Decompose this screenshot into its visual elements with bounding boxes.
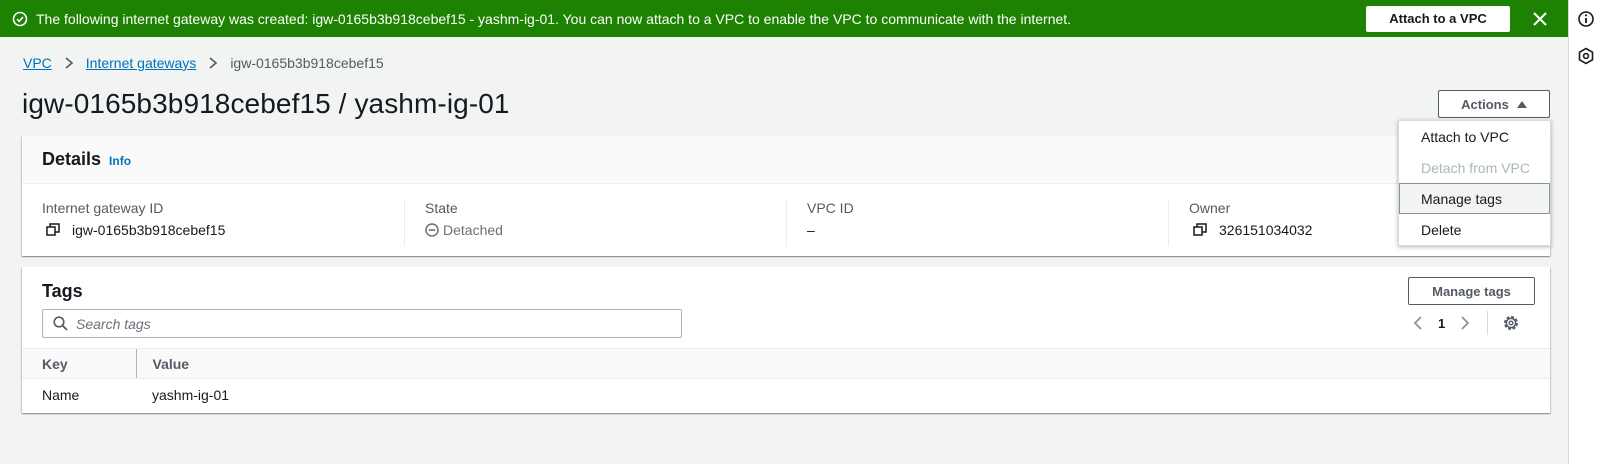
chevron-right-icon [64,57,74,69]
breadcrumb: VPC Internet gateways igw-0165b3b918cebe… [23,55,384,71]
menu-item-attach-to-vpc[interactable]: Attach to VPC [1399,121,1550,152]
page-number[interactable]: 1 [1438,316,1445,331]
detail-value: 326151034032 [1219,222,1313,238]
success-flash-banner: The following internet gateway was creat… [0,0,1568,37]
divider [1487,311,1489,335]
tags-panel: Tags Manage tags 1 Key Value Name [22,267,1550,413]
tags-search [42,309,682,338]
detail-state: State Detached [404,200,786,246]
chevron-right-icon [208,57,218,69]
copy-icon[interactable] [1193,223,1207,237]
actions-label: Actions [1461,96,1509,112]
chevron-left-icon[interactable] [1412,315,1424,331]
tag-key-cell: Name [42,386,80,403]
details-panel: Details Info Internet gateway ID igw-016… [22,136,1550,256]
details-title: Details [42,149,102,169]
copy-icon[interactable] [46,223,60,237]
info-icon[interactable] [1577,10,1595,28]
close-icon[interactable] [1532,11,1548,27]
breadcrumb-vpc-link[interactable]: VPC [23,55,52,71]
detail-label: State [425,200,458,216]
page-title: igw-0165b3b918cebef15 / yashm-ig-01 [22,88,510,119]
detail-vpc-id: VPC ID – [786,200,1168,246]
column-header-value[interactable]: Value [135,348,1550,379]
tags-title: Tags [42,281,83,301]
details-header: Details Info [22,136,1550,184]
detail-value: igw-0165b3b918cebef15 [72,222,226,238]
manage-tags-button[interactable]: Manage tags [1408,277,1535,305]
info-link[interactable]: Info [109,154,131,168]
settings-hex-icon[interactable] [1577,47,1595,65]
breadcrumb-internet-gateways-link[interactable]: Internet gateways [86,55,197,71]
tags-table: Key Value Name yashm-ig-01 [22,348,1550,411]
actions-dropdown-menu: Attach to VPC Detach from VPC Manage tag… [1398,120,1551,246]
right-utility-rail [1568,0,1602,464]
menu-item-manage-tags[interactable]: Manage tags [1399,183,1550,214]
tag-value-cell: yashm-ig-01 [152,386,230,403]
breadcrumb-current: igw-0165b3b918cebef15 [230,55,384,71]
menu-item-detach-from-vpc: Detach from VPC [1421,159,1530,176]
detail-label: Internet gateway ID [42,200,164,216]
table-row: Name yashm-ig-01 [22,379,1550,411]
detail-label: VPC ID [807,200,854,216]
search-input[interactable] [76,315,656,332]
status-success-icon [12,11,28,27]
detail-value: Detached [443,222,503,238]
search-icon [53,316,68,331]
status-stopped-icon [425,223,439,237]
gear-icon[interactable] [1502,314,1520,332]
pagination: 1 [1412,311,1520,335]
column-header-key[interactable]: Key [22,348,136,379]
flash-message: The following internet gateway was creat… [36,10,1072,27]
actions-button[interactable]: Actions [1438,90,1550,118]
detail-internet-gateway-id: Internet gateway ID igw-0165b3b918cebef1… [22,200,404,246]
chevron-right-icon[interactable] [1459,315,1471,331]
detail-value: – [807,222,815,238]
caret-up-icon [1516,100,1527,108]
menu-item-delete[interactable]: Delete [1399,214,1550,245]
attach-to-vpc-flash-button[interactable]: Attach to a VPC [1366,5,1510,32]
table-header-row: Key Value [22,348,1550,379]
